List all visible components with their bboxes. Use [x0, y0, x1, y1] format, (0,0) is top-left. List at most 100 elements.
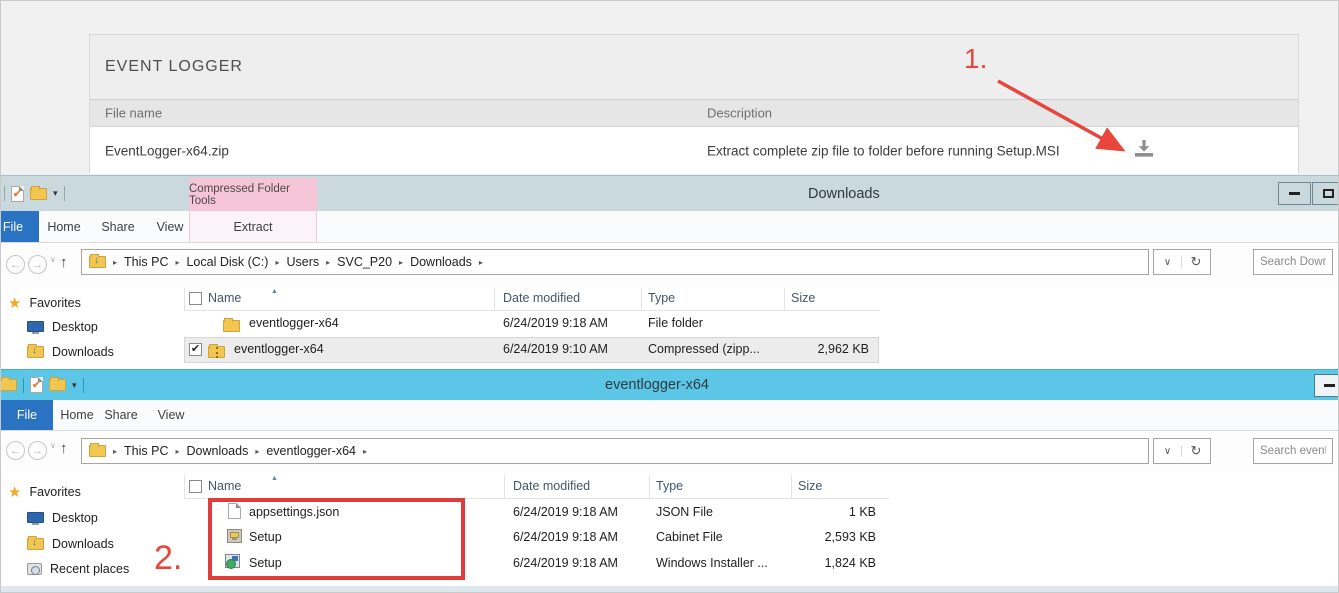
customize-quick-access-icon[interactable]: ▾ — [53, 189, 58, 198]
breadcrumb-downloads[interactable]: Downloads — [410, 255, 472, 269]
tab-share[interactable]: Share — [100, 400, 142, 430]
breadcrumb-this-pc[interactable]: This PC — [124, 255, 168, 269]
sort-ascending-icon[interactable]: ▲ — [271, 475, 278, 482]
sidebar-item-downloads[interactable]: ↓ Downloads — [1, 339, 181, 364]
tab-view[interactable]: View — [150, 211, 190, 242]
tab-file[interactable]: File — [1, 400, 53, 430]
minimize-button[interactable] — [1278, 182, 1311, 205]
divider — [83, 378, 84, 393]
file-name: eventlogger-x64 — [249, 316, 339, 330]
check-glyph: ✔ — [13, 189, 21, 200]
sidebar-group-label: Favorites — [29, 485, 80, 499]
column-header-size[interactable]: Size — [798, 479, 822, 493]
divider — [4, 186, 5, 201]
sidebar-item-label: Desktop — [52, 511, 98, 525]
column-header-date[interactable]: Date modified — [513, 479, 590, 493]
column-header-type[interactable]: Type — [656, 479, 683, 493]
properties-icon[interactable]: ✔ — [30, 377, 43, 393]
address-dropdown-icon[interactable]: ∨ — [1154, 446, 1182, 457]
minimize-button[interactable] — [1314, 374, 1339, 397]
header-underline — [184, 310, 879, 311]
sidebar-group-favorites[interactable]: ★ Favorites — [1, 290, 181, 315]
refresh-icon[interactable]: ↻ — [1182, 443, 1210, 459]
explorer-window-eventlogger: ✔ ▾ eventlogger-x64 File Home Share View… — [1, 369, 1339, 586]
column-header-name[interactable]: Name — [208, 479, 241, 493]
annotation-step-2: 2. — [154, 539, 182, 578]
address-bar-row: ← → ∨ ↑ ▸ This PC ▸ Downloads ▸ eventlog… — [1, 431, 1339, 471]
star-icon: ★ — [8, 294, 21, 312]
sidebar-item-desktop[interactable]: Desktop — [1, 314, 181, 339]
column-file-name: File name — [105, 106, 162, 121]
customize-quick-access-icon[interactable]: ▾ — [72, 381, 77, 390]
row-checkbox-checked[interactable]: ✔ — [189, 343, 202, 356]
recent-locations-icon[interactable]: ∨ — [50, 441, 56, 450]
recent-locations-icon[interactable]: ∨ — [50, 255, 56, 264]
tab-extract[interactable]: Extract — [189, 211, 317, 242]
tab-home[interactable]: Home — [43, 211, 85, 242]
tab-view[interactable]: View — [151, 400, 191, 430]
new-folder-icon[interactable] — [30, 188, 47, 200]
annotation-box-step-2 — [208, 498, 465, 580]
quick-access-toolbar: ✔ ▾ — [1, 176, 65, 211]
column-header-name[interactable]: Name — [208, 291, 241, 305]
file-size: 2,962 KB — [789, 342, 869, 356]
breadcrumb-local-disk[interactable]: Local Disk (C:) — [186, 255, 268, 269]
caret-icon: ▸ — [399, 258, 403, 267]
refresh-icon[interactable]: ↻ — [1182, 254, 1210, 270]
column-header-size[interactable]: Size — [791, 291, 815, 305]
search-input[interactable] — [1253, 249, 1333, 275]
up-button[interactable]: ↑ — [60, 440, 68, 457]
ribbon-tabs: File Home Share View Extract — [1, 211, 1339, 243]
download-icon[interactable] — [1133, 139, 1157, 161]
location-folder-icon: ↓ — [89, 256, 106, 268]
select-all-checkbox[interactable] — [189, 292, 202, 305]
up-button[interactable]: ↑ — [60, 254, 68, 271]
window-title: Downloads — [808, 186, 880, 202]
breadcrumb-users[interactable]: Users — [286, 255, 319, 269]
tab-file[interactable]: File — [1, 211, 39, 242]
properties-icon[interactable]: ✔ — [11, 186, 24, 202]
breadcrumb-this-pc[interactable]: This PC — [124, 444, 168, 458]
sidebar-item-label: Desktop — [52, 320, 98, 334]
titlebar[interactable]: ✔ ▾ eventlogger-x64 — [1, 369, 1339, 400]
back-button[interactable]: ← — [6, 441, 25, 460]
sidebar-item-label: Downloads — [52, 537, 114, 551]
breadcrumb-downloads[interactable]: Downloads — [186, 444, 248, 458]
select-all-checkbox[interactable] — [189, 480, 202, 493]
column-description: Description — [707, 106, 772, 121]
sidebar-group-favorites[interactable]: ★ Favorites — [1, 479, 181, 504]
sidebar-item-desktop[interactable]: Desktop — [1, 505, 181, 530]
column-divider — [184, 475, 185, 498]
zip-folder-icon — [208, 346, 225, 358]
forward-button[interactable]: → — [28, 255, 47, 274]
file-type: JSON File — [656, 505, 713, 519]
file-date: 6/24/2019 9:18 AM — [513, 556, 618, 570]
column-header-date[interactable]: Date modified — [503, 291, 580, 305]
file-date: 6/24/2019 9:18 AM — [513, 530, 618, 544]
breadcrumb-eventlogger-x64[interactable]: eventlogger-x64 — [266, 444, 356, 458]
minimize-icon — [1289, 192, 1300, 195]
window-icon — [1, 379, 17, 391]
check-glyph: ✔ — [32, 380, 40, 391]
new-folder-icon[interactable] — [49, 379, 66, 391]
column-divider — [649, 475, 650, 498]
recent-places-icon — [27, 563, 42, 575]
address-breadcrumb[interactable]: ↓ ▸ This PC ▸ Local Disk (C:) ▸ Users ▸ … — [81, 249, 1149, 275]
search-input[interactable] — [1253, 438, 1333, 464]
sidebar-item-recent-places[interactable]: Recent places — [1, 362, 181, 369]
file-type: File folder — [648, 316, 703, 330]
forward-button[interactable]: → — [28, 441, 47, 460]
tab-share[interactable]: Share — [97, 211, 139, 242]
table-header: File name Description — [90, 100, 1298, 127]
address-breadcrumb[interactable]: ▸ This PC ▸ Downloads ▸ eventlogger-x64 … — [81, 438, 1149, 464]
maximize-button[interactable] — [1312, 182, 1339, 205]
titlebar[interactable]: ✔ ▾ Compressed Folder Tools Downloads — [1, 175, 1339, 211]
back-button[interactable]: ← — [6, 255, 25, 274]
breadcrumb-svc-p20[interactable]: SVC_P20 — [337, 255, 392, 269]
sort-ascending-icon[interactable]: ▲ — [271, 288, 278, 295]
column-header-type[interactable]: Type — [648, 291, 675, 305]
caret-icon: ▸ — [275, 258, 279, 267]
downloads-folder-icon: ↓ — [27, 346, 44, 358]
tab-home[interactable]: Home — [56, 400, 98, 430]
address-dropdown-icon[interactable]: ∨ — [1154, 257, 1182, 268]
